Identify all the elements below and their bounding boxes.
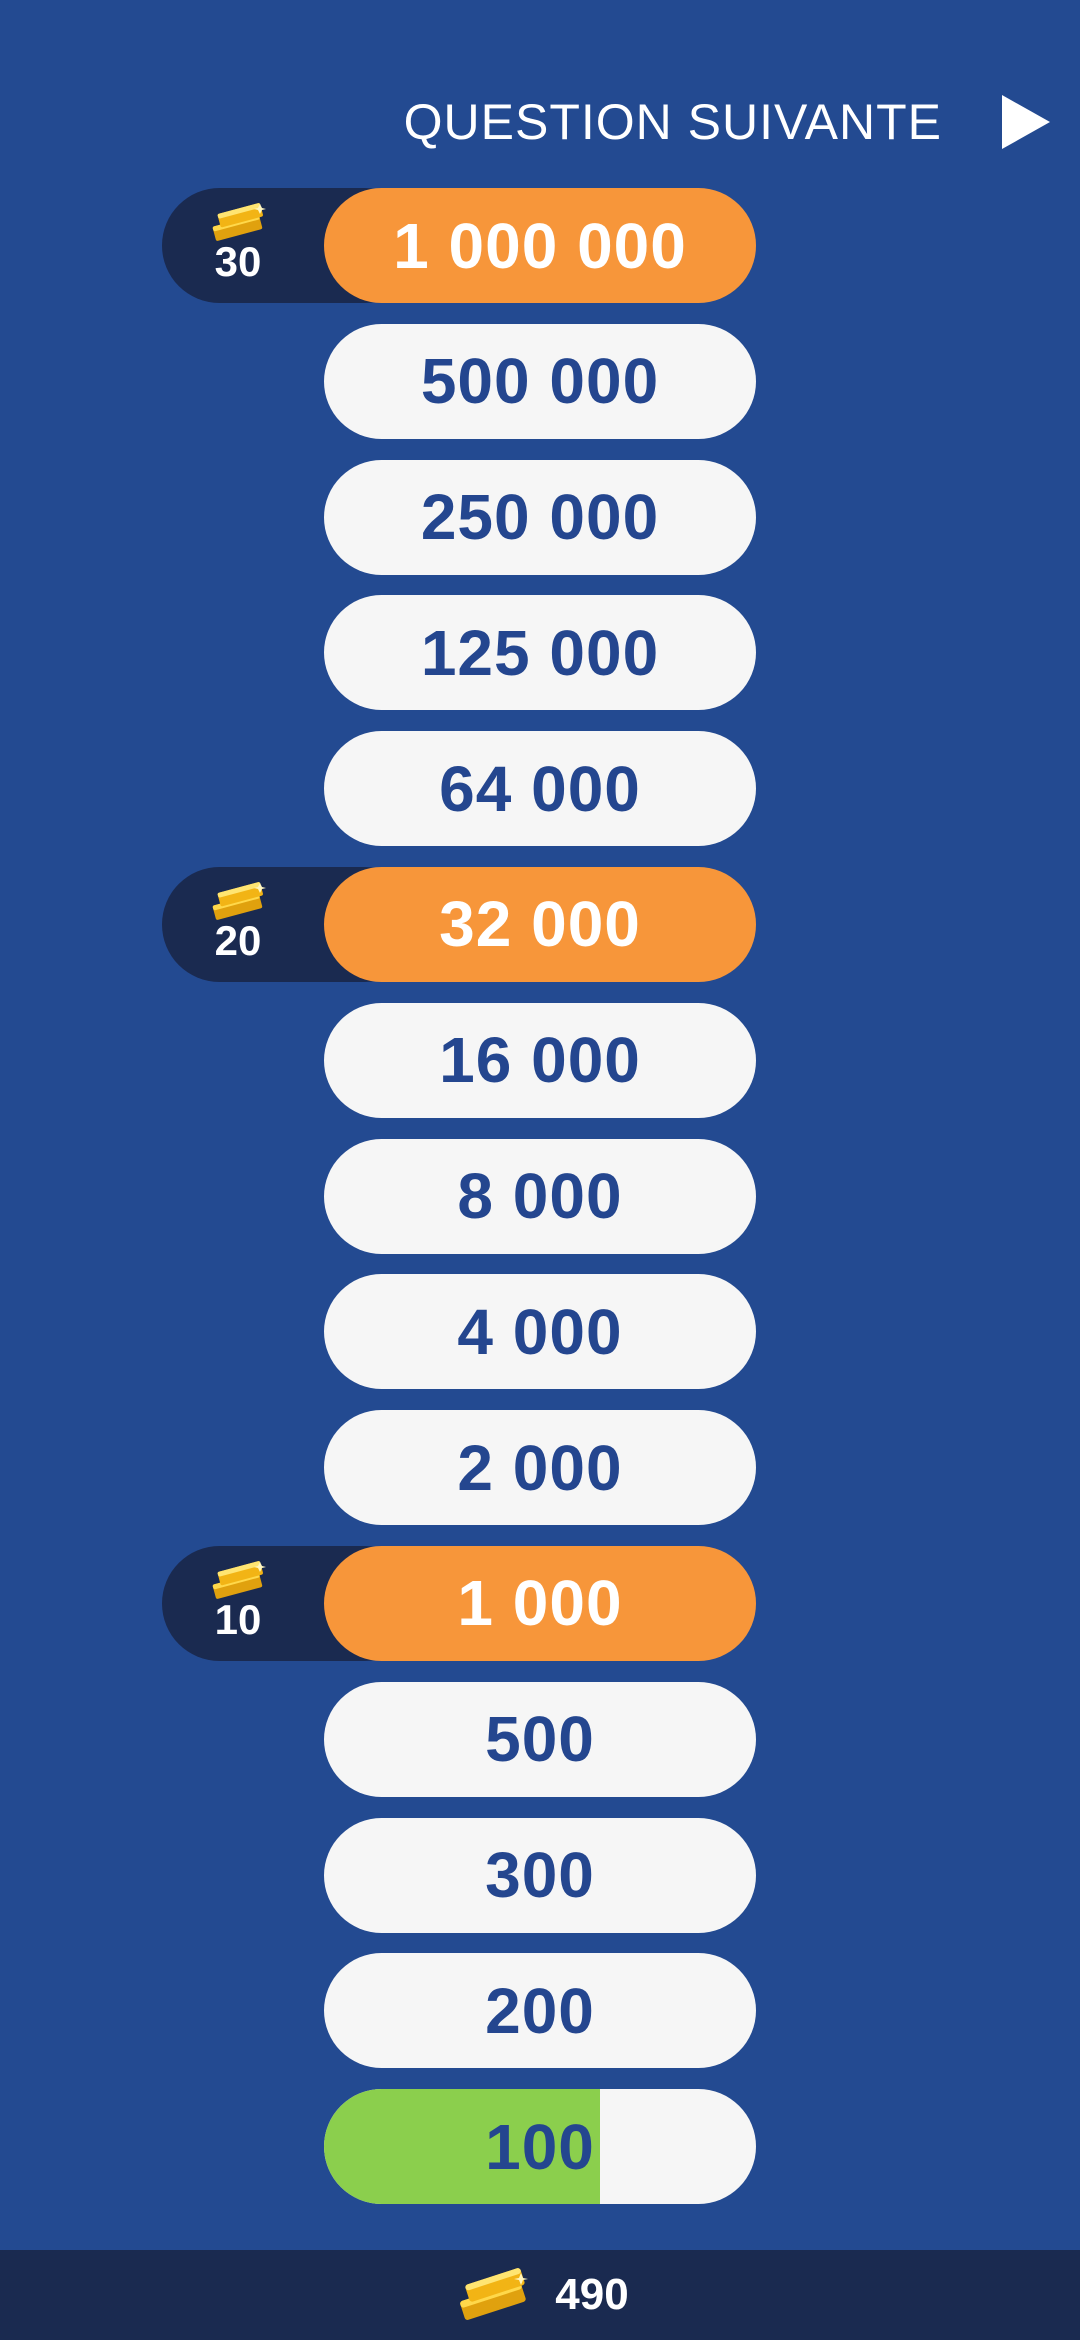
money-ladder-screen: QUESTION SUIVANTE 30 1 000 000 500 000 250 … (0, 0, 1080, 2340)
prize-step[interactable]: 125 000 (324, 595, 756, 711)
prize-amount: 500 000 (420, 345, 660, 418)
ladder-row: 30 1 000 000 (0, 188, 1080, 303)
gold-reward-amount: 10 (214, 1595, 262, 1643)
ladder-row: 300 (0, 1817, 1080, 1933)
milestone-prize-step[interactable]: 1 000 (324, 1545, 756, 1661)
prize-step[interactable]: 4 000 (324, 1274, 756, 1390)
gold-balance: 490 (555, 2270, 629, 2319)
ladder-row: 500 000 (0, 323, 1080, 439)
next-question-label: QUESTION SUIVANTE (403, 94, 942, 150)
prize-amount: 4 000 (457, 1295, 623, 1368)
gold-bars-icon (212, 1561, 266, 1599)
prize-step[interactable]: 64 000 (324, 731, 756, 847)
ladder-row: 100 (0, 2089, 1080, 2205)
balance-bar: 490 (0, 2250, 1080, 2340)
prize-amount: 300 (485, 1839, 595, 1912)
prize-step[interactable]: 2 000 (324, 1410, 756, 1526)
gold-reward-amount: 30 (214, 238, 262, 285)
ladder-row: 20 32 000 (0, 866, 1080, 982)
prize-amount: 32 000 (439, 888, 641, 961)
gold-bars-icon (212, 882, 266, 920)
milestone-prize-step[interactable]: 1 000 000 (324, 188, 756, 303)
ladder-row: 64 000 (0, 731, 1080, 847)
prize-amount: 2 000 (457, 1431, 623, 1504)
milestone-prize-step[interactable]: 32 000 (324, 866, 756, 982)
prize-step[interactable]: 16 000 (324, 1002, 756, 1118)
ladder-row: 8 000 (0, 1138, 1080, 1254)
prize-amount: 8 000 (457, 1160, 623, 1233)
prize-step[interactable]: 250 000 (324, 459, 756, 575)
ladder-row: 500 (0, 1681, 1080, 1797)
prize-amount: 125 000 (420, 616, 660, 689)
next-question-button[interactable]: QUESTION SUIVANTE (404, 78, 1050, 166)
gold-bars-icon (460, 2268, 529, 2320)
prize-step[interactable]: 200 (324, 1953, 756, 2069)
ladder-row: 10 1 000 (0, 1545, 1080, 1661)
prize-step[interactable]: 8 000 (324, 1138, 756, 1254)
ladder-row: 250 000 (0, 459, 1080, 575)
ladder-row: 2 000 (0, 1410, 1080, 1526)
ladder-row: 16 000 (0, 1002, 1080, 1118)
current-prize-step[interactable]: 100 (324, 2089, 756, 2205)
ladder-row: 125 000 (0, 595, 1080, 711)
prize-step[interactable]: 500 000 (324, 323, 756, 439)
ladder-row: 4 000 (0, 1274, 1080, 1390)
prize-amount: 250 000 (420, 481, 660, 554)
prize-amount: 1 000 (457, 1567, 623, 1640)
prize-amount: 64 000 (439, 752, 641, 825)
prize-amount: 200 (485, 1974, 595, 2047)
prize-step[interactable]: 300 (324, 1817, 756, 1933)
play-arrow-icon (1002, 95, 1050, 149)
prize-amount: 1 000 000 (393, 209, 687, 282)
prize-amount: 500 (485, 1703, 595, 1776)
prize-step[interactable]: 500 (324, 1681, 756, 1797)
prize-amount: 16 000 (439, 1024, 641, 1097)
prize-amount: 100 (485, 2110, 595, 2183)
gold-reward-amount: 20 (214, 916, 262, 964)
ladder-row: 200 (0, 1953, 1080, 2069)
gold-bars-icon (212, 203, 266, 241)
prize-ladder: 30 1 000 000 500 000 250 000 125 000 64 000 20… (0, 188, 1080, 2225)
